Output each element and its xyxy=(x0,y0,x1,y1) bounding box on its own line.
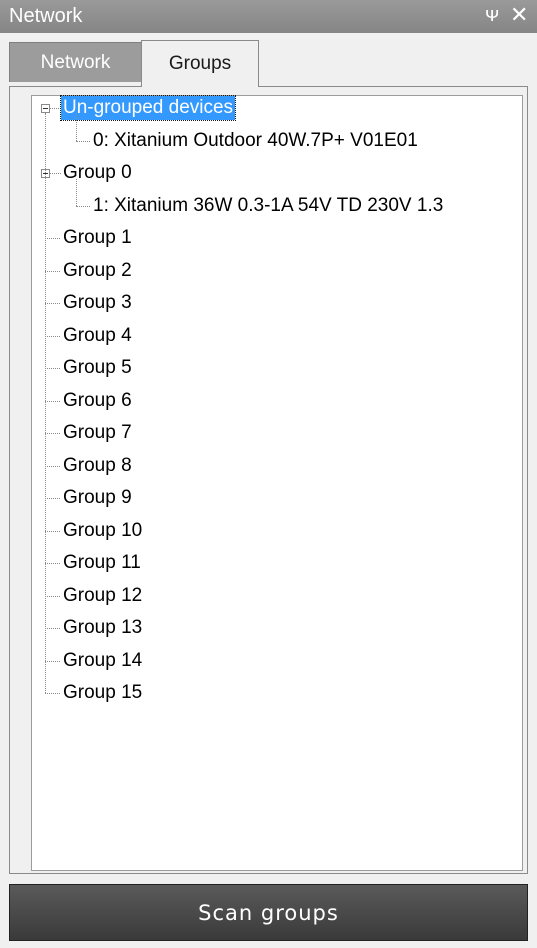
tree-node[interactable]: Un-grouped devices xyxy=(59,95,237,121)
tree-node[interactable]: Group 15 xyxy=(61,681,144,705)
tab-network[interactable]: Network xyxy=(9,42,142,82)
expand-toggle-icon[interactable] xyxy=(41,104,50,113)
tree-connector xyxy=(45,563,60,564)
panel-titlebar: Network ᴪ ✕ xyxy=(0,0,537,33)
tree-connector xyxy=(45,595,60,597)
pin-icon[interactable]: ᴪ xyxy=(485,4,499,27)
tree-node[interactable]: Group 1 xyxy=(61,226,134,250)
tree-node[interactable]: Group 12 xyxy=(61,584,144,608)
tree-node[interactable]: Group 8 xyxy=(61,454,134,478)
tree-connector xyxy=(45,660,60,662)
tree-connector xyxy=(45,303,60,304)
tree-connector xyxy=(45,113,46,693)
tree-connector xyxy=(76,205,90,207)
tree-connector xyxy=(76,140,90,142)
tree-connector xyxy=(45,498,60,499)
tree-node[interactable]: Group 11 xyxy=(61,551,143,575)
scan-groups-button[interactable]: Scan groups xyxy=(9,884,528,941)
tree-connector xyxy=(76,179,77,206)
tree-connector xyxy=(45,628,60,629)
tree-connector xyxy=(45,530,60,532)
groups-tree[interactable]: Un-grouped devices 0: Xitanium Outdoor 40… xyxy=(31,95,523,871)
scan-groups-label: Scan groups xyxy=(198,900,339,925)
tree-child-node[interactable]: 0: Xitanium Outdoor 40W.7P+ V01E01 xyxy=(91,129,420,153)
tree-node[interactable]: Group 7 xyxy=(61,421,134,445)
groups-tab-panel: Un-grouped devices 0: Xitanium Outdoor 40… xyxy=(9,86,528,874)
tree-connector xyxy=(45,270,60,272)
tree-connector xyxy=(45,238,60,239)
tree-child-node[interactable]: 1: Xitanium 36W 0.3-1A 54V TD 230V 1.3 xyxy=(91,194,445,218)
tree-node[interactable]: Group 14 xyxy=(61,649,144,673)
tree-node[interactable]: Group 9 xyxy=(61,486,134,510)
tree-node[interactable]: Group 4 xyxy=(61,324,134,348)
tree-node[interactable]: Group 3 xyxy=(61,291,134,315)
tree-node[interactable]: Group 2 xyxy=(61,259,134,283)
tab-network-label: Network xyxy=(40,51,111,73)
tree-connector xyxy=(45,335,60,337)
tab-groups-label: Groups xyxy=(168,53,232,74)
tree-connector xyxy=(45,465,60,467)
close-icon[interactable]: ✕ xyxy=(510,2,528,28)
tab-groups[interactable]: Groups xyxy=(141,40,259,87)
tree-connector xyxy=(45,693,60,694)
tree-node[interactable]: Group 0 xyxy=(61,161,134,185)
tree-node[interactable]: Group 5 xyxy=(61,356,134,380)
tree-connector xyxy=(50,108,61,109)
panel-title: Network xyxy=(9,5,83,27)
tree-connector xyxy=(45,368,60,369)
tree-connector xyxy=(76,114,77,141)
tree-connector xyxy=(45,400,60,402)
tree-connector xyxy=(50,173,61,174)
tree-connector xyxy=(45,433,60,434)
tree-node[interactable]: Group 13 xyxy=(61,616,144,640)
tree-node[interactable]: Group 10 xyxy=(61,519,144,543)
tree-node[interactable]: Group 6 xyxy=(61,389,134,413)
